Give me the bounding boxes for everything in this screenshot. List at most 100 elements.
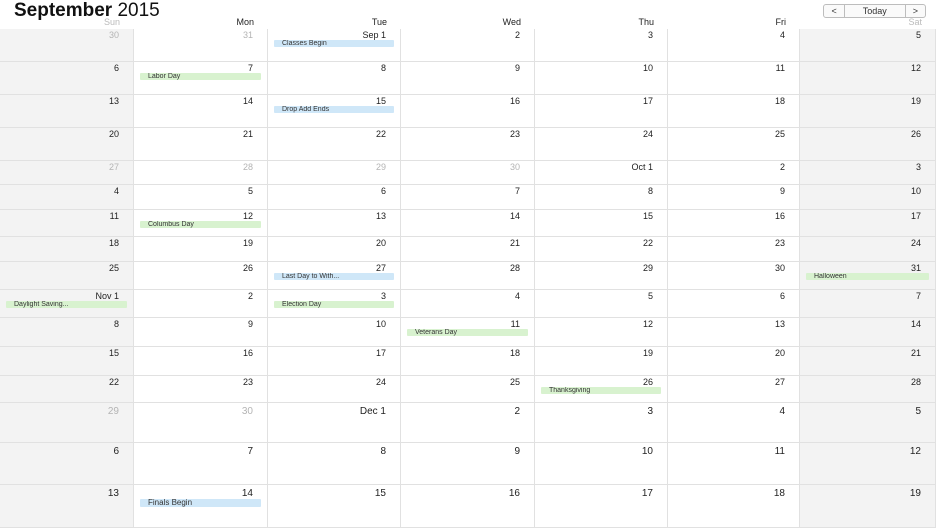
day-cell[interactable]: 2 [134,290,268,318]
day-cell[interactable]: 2 [401,403,535,443]
day-cell[interactable]: 20 [668,347,800,376]
day-cell[interactable]: 9 [134,318,268,347]
day-cell[interactable]: 10 [535,443,668,485]
day-cell[interactable]: 27 [668,376,800,403]
day-cell[interactable]: 15 [0,347,134,376]
day-cell[interactable]: 7 [134,443,268,485]
day-cell[interactable]: 12 [535,318,668,347]
day-cell[interactable]: 30 [401,161,535,185]
calendar-event[interactable]: Halloween [806,273,929,280]
day-cell[interactable]: 19 [535,347,668,376]
day-cell[interactable]: 12 Columbus Day [134,210,268,237]
day-cell[interactable]: 30 [0,29,134,62]
day-cell[interactable]: 26 [134,262,268,290]
day-cell[interactable]: 21 [401,237,535,262]
day-cell[interactable]: 22 [0,376,134,403]
day-cell[interactable]: 8 [535,185,668,210]
day-cell[interactable]: 9 [401,443,535,485]
day-cell[interactable]: 18 [668,95,800,128]
calendar-event[interactable]: Last Day to With... [274,273,394,280]
day-cell[interactable]: 28 [800,376,936,403]
day-cell[interactable]: 4 [401,290,535,318]
day-cell[interactable]: 12 [800,443,936,485]
day-cell[interactable]: 6 [0,62,134,95]
day-cell[interactable]: 24 [535,128,668,161]
day-cell[interactable]: 16 [668,210,800,237]
day-cell[interactable]: Dec 1 [268,403,401,443]
day-cell[interactable]: 13 [0,485,134,528]
calendar-event[interactable]: Drop Add Ends [274,106,394,113]
calendar-event[interactable]: Daylight Saving... [6,301,127,308]
day-cell[interactable]: 13 [668,318,800,347]
day-cell[interactable]: 9 [668,185,800,210]
day-cell[interactable]: 5 [800,29,936,62]
day-cell[interactable]: 6 [268,185,401,210]
day-cell[interactable]: 7 Labor Day [134,62,268,95]
day-cell[interactable]: 4 [0,185,134,210]
day-cell[interactable]: 10 [535,62,668,95]
day-cell[interactable]: 6 [0,443,134,485]
day-cell[interactable]: 11 Veterans Day [401,318,535,347]
day-cell[interactable]: 11 [668,443,800,485]
day-cell[interactable]: 28 [134,161,268,185]
day-cell[interactable]: 7 [401,185,535,210]
day-cell[interactable]: Sep 1 Classes Begin [268,29,401,62]
day-cell[interactable]: 30 [134,403,268,443]
day-cell[interactable]: 2 [401,29,535,62]
day-cell[interactable]: 3 [800,161,936,185]
day-cell[interactable]: 31 [134,29,268,62]
calendar-event[interactable]: Columbus Day [140,221,261,228]
day-cell[interactable]: 17 [800,210,936,237]
day-cell[interactable]: 7 [800,290,936,318]
day-cell[interactable]: 29 [535,262,668,290]
day-cell[interactable]: 13 [268,210,401,237]
day-cell[interactable]: 23 [668,237,800,262]
day-cell[interactable]: 19 [800,95,936,128]
day-cell[interactable]: 27 [0,161,134,185]
day-cell[interactable]: 13 [0,95,134,128]
day-cell[interactable]: 18 [401,347,535,376]
day-cell[interactable]: 5 [800,403,936,443]
day-cell[interactable]: 17 [268,347,401,376]
day-cell[interactable]: 29 [268,161,401,185]
day-cell[interactable]: 5 [535,290,668,318]
calendar-event[interactable]: Labor Day [140,73,261,80]
day-cell[interactable]: 9 [401,62,535,95]
calendar-event[interactable]: Classes Begin [274,40,394,47]
day-cell[interactable]: 6 [668,290,800,318]
day-cell[interactable]: 31 Halloween [800,262,936,290]
day-cell[interactable]: 8 [268,62,401,95]
day-cell[interactable]: 14 [134,95,268,128]
day-cell[interactable]: 18 [668,485,800,528]
day-cell[interactable]: 15 [268,485,401,528]
day-cell[interactable]: 16 [401,485,535,528]
day-cell[interactable]: 28 [401,262,535,290]
day-cell[interactable]: 19 [134,237,268,262]
day-cell[interactable]: 25 [401,376,535,403]
day-cell[interactable]: 4 [668,29,800,62]
day-cell[interactable]: 14 [401,210,535,237]
day-cell[interactable]: 21 [800,347,936,376]
day-cell[interactable]: 24 [268,376,401,403]
day-cell[interactable]: 29 [0,403,134,443]
day-cell[interactable]: Nov 1 Daylight Saving... [0,290,134,318]
day-cell[interactable]: 15 [535,210,668,237]
day-cell[interactable]: 8 [0,318,134,347]
day-cell[interactable]: 3 [535,403,668,443]
day-cell[interactable]: 26 Thanksgiving [535,376,668,403]
day-cell[interactable]: 11 [0,210,134,237]
day-cell[interactable]: 5 [134,185,268,210]
day-cell[interactable]: 26 [800,128,936,161]
day-cell[interactable]: 23 [134,376,268,403]
day-cell[interactable]: 20 [268,237,401,262]
day-cell[interactable]: 17 [535,485,668,528]
day-cell[interactable]: 4 [668,403,800,443]
day-cell[interactable]: 25 [668,128,800,161]
day-cell[interactable]: 24 [800,237,936,262]
day-cell[interactable]: 30 [668,262,800,290]
day-cell[interactable]: 18 [0,237,134,262]
day-cell[interactable]: 10 [268,318,401,347]
day-cell[interactable]: 16 [401,95,535,128]
day-cell[interactable]: 19 [800,485,936,528]
day-cell[interactable]: 14 Finals Begin [134,485,268,528]
